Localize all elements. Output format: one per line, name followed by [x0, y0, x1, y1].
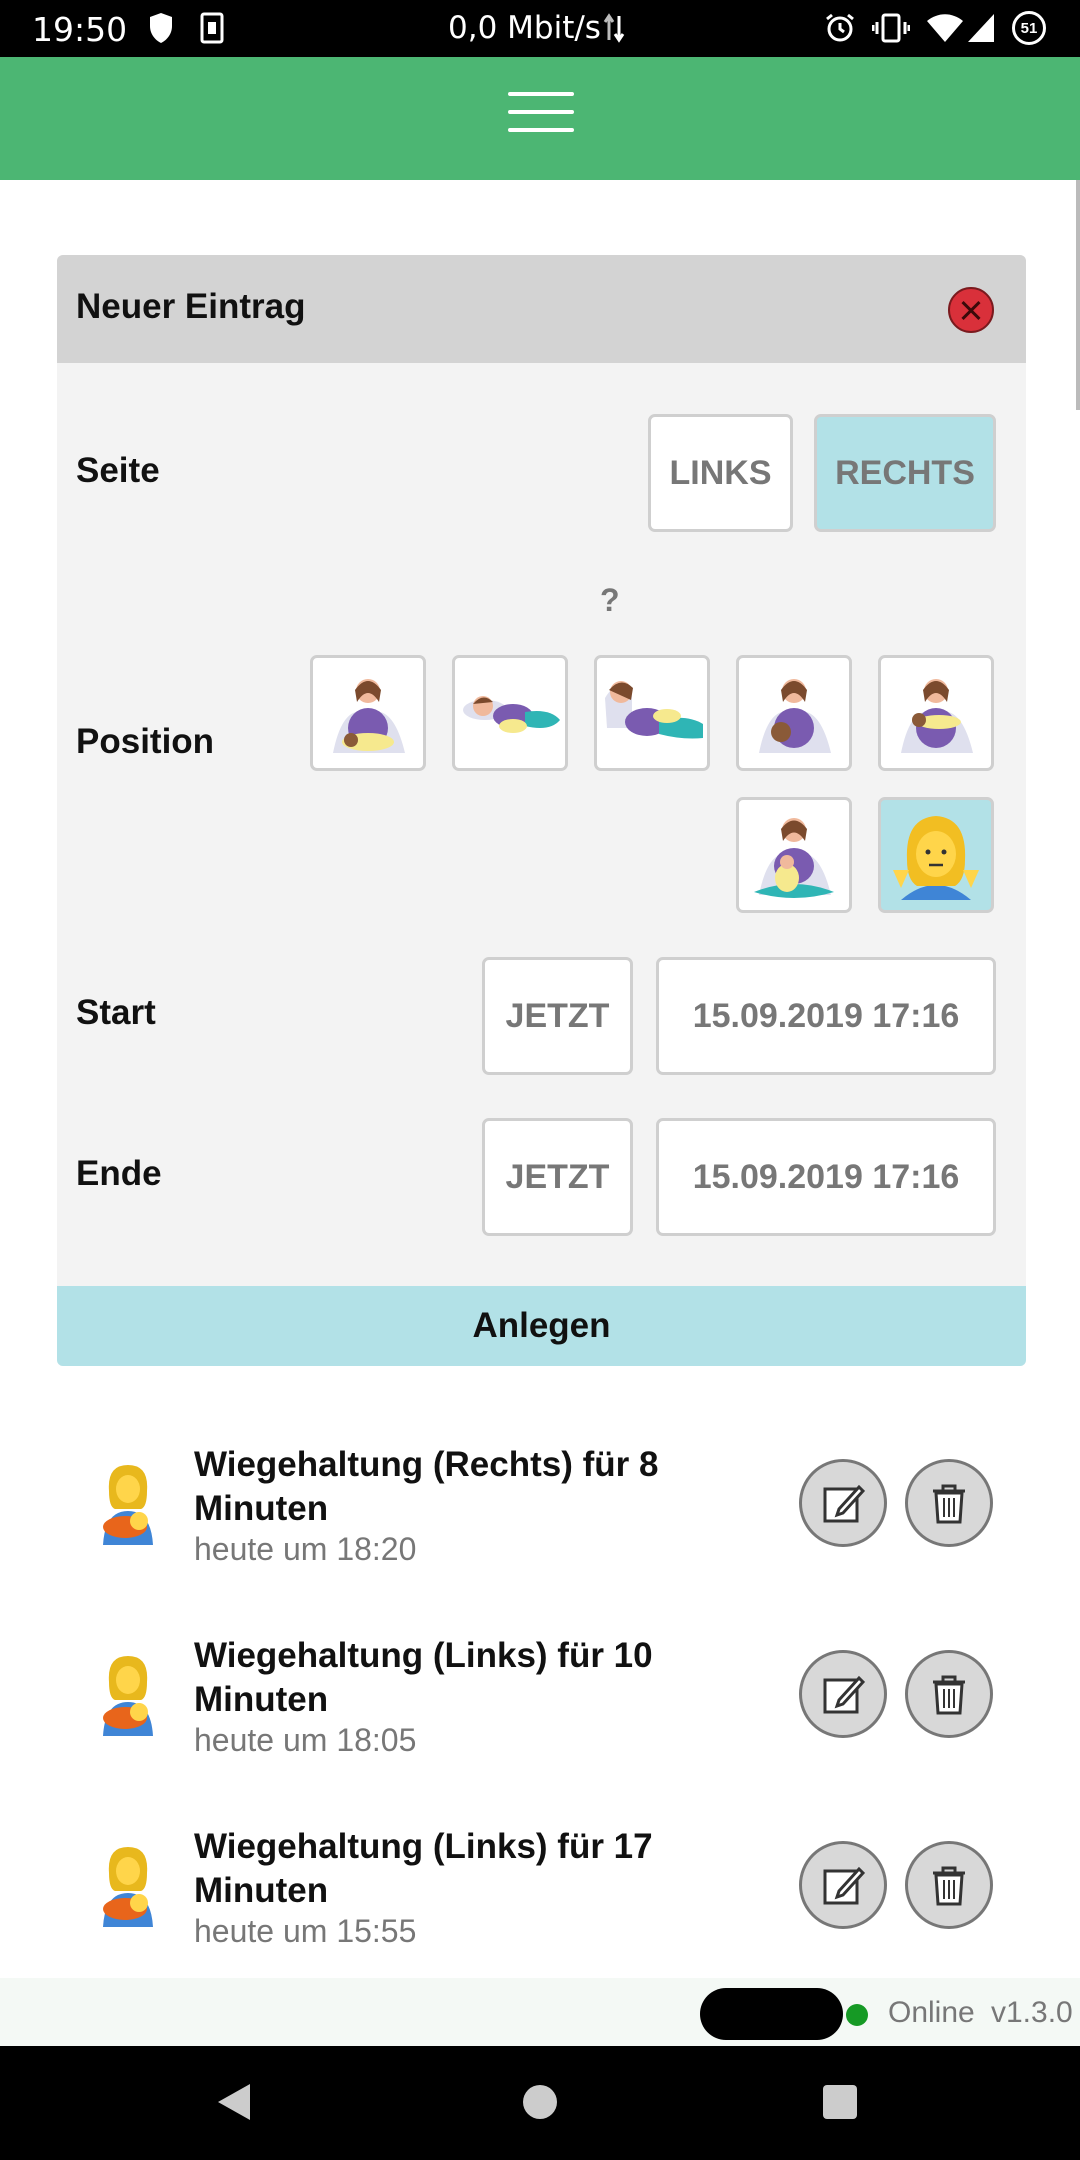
back-icon[interactable] [218, 2084, 250, 2120]
position-option-3[interactable] [594, 655, 710, 771]
position-option-unknown[interactable] [878, 797, 994, 913]
cradle-hold-icon [103, 1465, 153, 1545]
side-right-button[interactable]: RECHTS [814, 414, 996, 532]
data-transfer-icon [603, 13, 625, 43]
entry-title: Wiegehaltung (Links) für 17 Minuten [194, 1827, 653, 1910]
delete-button[interactable] [905, 1650, 993, 1738]
create-button[interactable]: Anlegen [57, 1286, 1026, 1366]
home-icon[interactable] [523, 2085, 557, 2119]
position-option-5[interactable] [878, 655, 994, 771]
end-now-button[interactable]: JETZT [482, 1118, 633, 1236]
network-speed: 0,0 Mbit/s [448, 10, 601, 46]
trash-icon [933, 1484, 965, 1524]
cell-signal-icon [968, 14, 994, 42]
delete-button[interactable] [905, 1459, 993, 1547]
trash-icon [933, 1675, 965, 1715]
scrollbar[interactable] [1076, 180, 1080, 410]
position-option-6[interactable] [736, 797, 852, 913]
cradle-hold-icon [103, 1656, 153, 1736]
side-left-button[interactable]: LINKS [648, 414, 793, 532]
edit-icon [823, 1866, 865, 1905]
edit-button[interactable] [799, 1459, 887, 1547]
entry-time: heute um 18:20 [194, 1531, 417, 1567]
end-label: Ende [76, 1154, 162, 1193]
edit-icon [823, 1484, 865, 1523]
footer-status-bar: Online v1.3.0 [0, 1978, 1080, 2046]
online-indicator-icon [846, 2004, 868, 2026]
app-header [0, 57, 1080, 180]
system-navigation-bar [0, 2046, 1080, 2160]
trash-icon [933, 1866, 965, 1906]
side-label: Seite [76, 451, 160, 490]
alarm-icon [826, 13, 854, 42]
close-icon[interactable] [948, 287, 994, 333]
sim-card-icon [200, 12, 224, 44]
position-option-1[interactable] [310, 655, 426, 771]
vibrate-icon [872, 13, 910, 43]
status-bar: 19:50 0,0 Mbit/s 51 [0, 0, 1080, 57]
shield-icon [150, 13, 172, 43]
entry-time: heute um 18:05 [194, 1722, 417, 1758]
entry-title: Wiegehaltung (Rechts) für 8 Minuten [194, 1445, 659, 1528]
position-option-2[interactable] [452, 655, 568, 771]
card-title: Neuer Eintrag [76, 287, 306, 326]
cradle-hold-icon [103, 1847, 153, 1927]
list-item: Wiegehaltung (Links) für 10 Minuten heut… [0, 1634, 1080, 1784]
edit-icon [823, 1675, 865, 1714]
list-item: Wiegehaltung (Links) für 17 Minuten heut… [0, 1825, 1080, 1975]
app-version: v1.3.0 [991, 1996, 1073, 2029]
list-item: Wiegehaltung (Rechts) für 8 Minuten heut… [0, 1443, 1080, 1593]
battery-icon: 51 [1012, 11, 1046, 45]
redacted-area [700, 1988, 843, 2040]
delete-button[interactable] [905, 1841, 993, 1929]
recent-apps-icon[interactable] [823, 2085, 857, 2119]
edit-button[interactable] [799, 1650, 887, 1738]
hamburger-menu-icon[interactable] [508, 92, 574, 132]
connection-status: Online [888, 1996, 975, 2029]
start-datetime-field[interactable]: 15.09.2019 17:16 [656, 957, 996, 1075]
new-entry-card: Neuer Eintrag Seite LINKS RECHTS ? Posit… [57, 255, 1026, 1366]
start-now-button[interactable]: JETZT [482, 957, 633, 1075]
entry-title: Wiegehaltung (Links) für 10 Minuten [194, 1636, 653, 1719]
position-help-icon[interactable]: ? [600, 582, 620, 619]
entry-time: heute um 15:55 [194, 1913, 417, 1949]
position-label: Position [76, 722, 215, 761]
status-time: 19:50 [32, 10, 128, 49]
start-label: Start [76, 993, 156, 1032]
end-datetime-field[interactable]: 15.09.2019 17:16 [656, 1118, 996, 1236]
card-header: Neuer Eintrag [57, 255, 1026, 363]
wifi-icon [927, 14, 963, 42]
edit-button[interactable] [799, 1841, 887, 1929]
position-option-4[interactable] [736, 655, 852, 771]
